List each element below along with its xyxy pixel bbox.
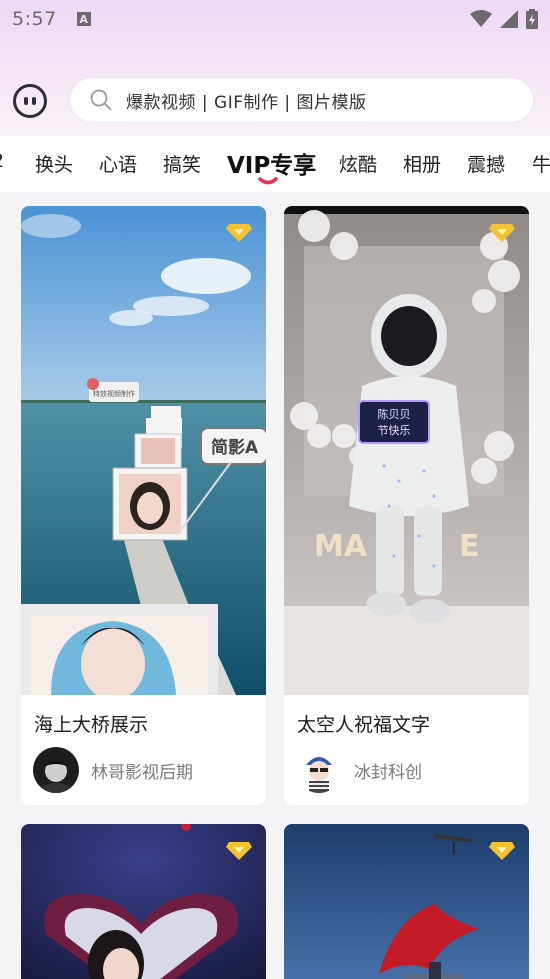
tab-vip[interactable]: VIP专享 bbox=[227, 146, 316, 180]
status-time: 5:57 bbox=[12, 8, 57, 30]
status-bar: 5:57 A bbox=[0, 0, 550, 38]
vip-diamond-icon bbox=[226, 224, 252, 242]
status-icons bbox=[470, 9, 538, 29]
vip-diamond-icon bbox=[489, 224, 515, 242]
svg-text:MA: MA bbox=[314, 529, 368, 564]
tab-xuanku[interactable]: 炫酷 bbox=[339, 150, 377, 177]
template-card[interactable]: 特效视频制作 简影A 海上大桥展示 林哥影视后期 bbox=[21, 206, 266, 805]
avatar[interactable] bbox=[33, 747, 79, 793]
tab-huantou[interactable]: 换头 bbox=[35, 150, 73, 177]
template-card[interactable]: MA E 陈贝贝 节快乐 太空人祝福文字 冰封科创 bbox=[284, 206, 529, 805]
card-author[interactable]: 林哥影视后期 bbox=[33, 747, 193, 793]
author-name: 林哥影视后期 bbox=[91, 762, 193, 783]
notification-icon: A bbox=[76, 12, 91, 26]
card1-overlay-text: 简影A bbox=[211, 437, 259, 458]
robot-eye-right bbox=[32, 97, 36, 105]
vip-diamond-icon bbox=[226, 842, 252, 860]
wifi-icon bbox=[470, 10, 492, 27]
astronaut-image: MA E 陈贝贝 节快乐 bbox=[284, 206, 529, 695]
card-thumbnail[interactable]: MA E 陈贝贝 节快乐 bbox=[284, 206, 529, 695]
robot-face-icon[interactable] bbox=[13, 84, 47, 118]
card2-sign-line2: 节快乐 bbox=[378, 424, 411, 437]
card2-sign-line1: 陈贝贝 bbox=[378, 407, 411, 421]
sea-bridge-image: 特效视频制作 简影A bbox=[21, 206, 266, 695]
tab-zhenhan[interactable]: 震撼 bbox=[467, 150, 505, 177]
template-card[interactable] bbox=[21, 824, 266, 979]
search-placeholder: 爆款视频 | GIF制作 | 图片模版 bbox=[126, 92, 367, 113]
robot-eye-left bbox=[24, 97, 28, 105]
signal-icon bbox=[500, 10, 518, 28]
card1-sign-text: 特效视频制作 bbox=[93, 389, 135, 398]
card-title[interactable]: 海上大桥展示 bbox=[34, 710, 148, 737]
author-name: 冰封科创 bbox=[354, 762, 422, 783]
tab-partial-left[interactable]: 2 bbox=[0, 150, 4, 172]
search-icon bbox=[90, 89, 112, 111]
card-thumbnail[interactable]: 特效视频制作 简影A bbox=[21, 206, 266, 695]
video-feed: 特效视频制作 简影A 海上大桥展示 林哥影视后期 MA E 陈贝贝 节快乐 太空… bbox=[0, 192, 550, 979]
avatar[interactable] bbox=[296, 747, 342, 793]
tab-xiangce[interactable]: 相册 bbox=[403, 150, 441, 177]
tab-gaoxiao[interactable]: 搞笑 bbox=[163, 150, 201, 177]
tab-partial-right[interactable]: 牛 bbox=[532, 150, 550, 177]
vip-diamond-icon bbox=[489, 842, 515, 860]
tab-xinyu[interactable]: 心语 bbox=[99, 150, 137, 177]
search-input[interactable]: 爆款视频 | GIF制作 | 图片模版 bbox=[70, 78, 533, 122]
battery-icon bbox=[526, 9, 538, 29]
card-author[interactable]: 冰封科创 bbox=[296, 747, 422, 793]
search-row: 爆款视频 | GIF制作 | 图片模版 bbox=[0, 78, 550, 124]
active-tab-indicator bbox=[258, 177, 278, 185]
svg-text:E: E bbox=[459, 529, 480, 564]
template-card[interactable] bbox=[284, 824, 529, 979]
card-title[interactable]: 太空人祝福文字 bbox=[297, 710, 430, 737]
